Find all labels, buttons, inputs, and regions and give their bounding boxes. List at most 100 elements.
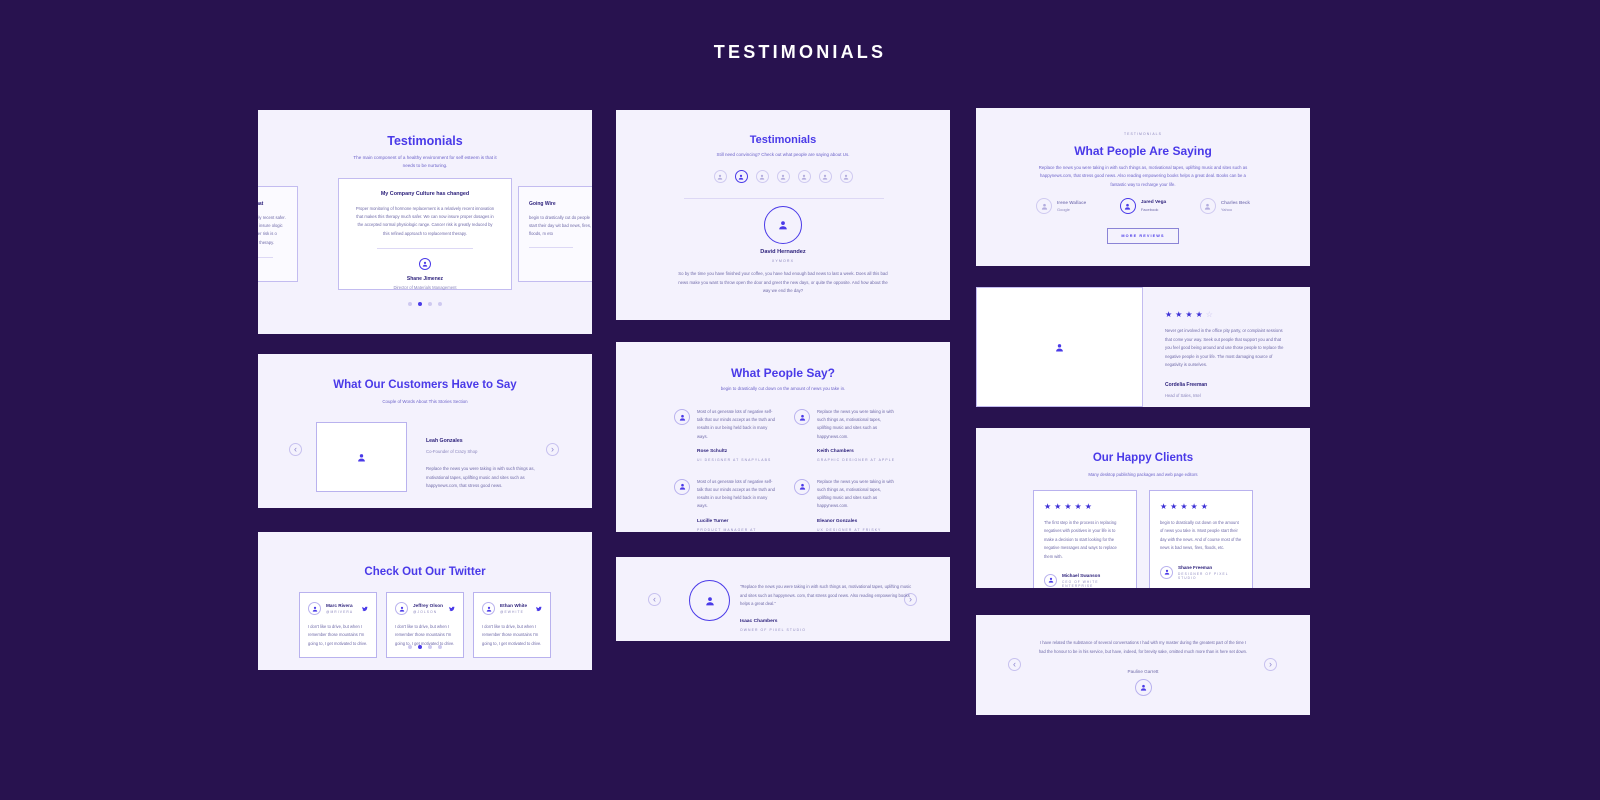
card1-pagination-dots[interactable] <box>258 302 592 306</box>
user-icon[interactable] <box>818 170 832 183</box>
star-filled-icon: ★ <box>1185 310 1196 319</box>
card10-name: Pauline Garrett <box>1127 669 1159 674</box>
star-filled-icon: ★ <box>1044 502 1055 511</box>
card1-slide-prev-title: edia Format <box>258 201 264 207</box>
card5-subtitle: begin to drastically cut down on the amo… <box>720 386 846 391</box>
card6-name: Cordelia Freeman <box>1165 382 1208 389</box>
dot[interactable] <box>438 302 442 306</box>
card1-heading: Testimonials <box>387 134 463 148</box>
card2-avatar-strip[interactable] <box>616 170 950 183</box>
user-icon[interactable] <box>734 170 748 183</box>
client-role: CEO OF WHITE ENTERPRISE <box>1062 579 1099 588</box>
card3-subtitle: Replace the news you were taking in with… <box>1038 165 1248 187</box>
card1-slide-next-text: begin to drastically cut do people start… <box>529 215 592 237</box>
user-icon[interactable] <box>797 170 811 183</box>
card-review-with-rating: ★★★★☆ Never get involved in the office p… <box>976 287 1310 407</box>
card1-slide-active-text: Proper monitoring of hormone replacement… <box>355 206 495 236</box>
card3-person-name: Irene Wallace <box>1057 200 1087 205</box>
card-testimonials-avatar-strip: Testimonials Still need convincing? Chec… <box>616 110 950 320</box>
star-filled-icon: ★ <box>1160 502 1171 511</box>
star-filled-icon: ★ <box>1170 502 1181 511</box>
card3-person[interactable]: Irene Wallace Google <box>1036 198 1086 214</box>
card6-photo-placeholder <box>976 287 1143 407</box>
card1-slide-next[interactable]: Going Wire begin to drastically cut do p… <box>518 186 592 282</box>
card1-slide-active-role: Director of Materials Management <box>393 284 457 290</box>
card1-slide-prev[interactable]: edia Format t is a relatively recent saf… <box>258 186 298 282</box>
user-icon <box>1199 198 1216 214</box>
card3-person-name: Jared Vega <box>1140 200 1167 205</box>
star-rating: ★★★★☆ <box>1165 310 1284 319</box>
card5-item-text: Most of us generate lots of negative sel… <box>697 478 775 509</box>
client-name: Michael Swanson <box>1062 572 1101 578</box>
card1-slide-active[interactable]: My Company Culture has changed Proper mo… <box>338 178 512 290</box>
star-filled-icon: ★ <box>1175 310 1186 319</box>
user-icon <box>1044 573 1057 587</box>
card2-text: So by the time you have finished your co… <box>678 271 888 294</box>
user-icon <box>1134 679 1152 696</box>
card2-main-avatar-wrap <box>616 206 950 244</box>
dot[interactable] <box>418 302 422 306</box>
card3-person-company: Google <box>1057 207 1070 212</box>
star-rating: ★★★★★ <box>1044 502 1126 511</box>
twitter-icon[interactable] <box>536 606 542 612</box>
tweet-handle: @EWHITE <box>500 610 524 614</box>
user-icon <box>1160 565 1173 579</box>
user-icon <box>308 602 321 615</box>
dot[interactable] <box>438 645 442 649</box>
client-card[interactable]: ★★★★★ begin to drastically cut down on t… <box>1149 490 1253 588</box>
card1-slide-prev-text: t is a relatively recent safer. We can n… <box>258 215 286 245</box>
testimonials-showcase-page: TESTIMONIALS Testimonials The main compo… <box>0 0 1600 800</box>
user-icon[interactable] <box>755 170 769 183</box>
card7-pagination-dots[interactable] <box>258 645 592 649</box>
card1-slide-active-title: My Company Culture has changed <box>380 191 470 197</box>
chevron-left-icon[interactable]: ‹ <box>289 443 302 456</box>
card5-item-text: Most of us generate lots of negative sel… <box>697 409 775 439</box>
tweet-handle: @MRIVERA <box>326 610 354 614</box>
user-icon <box>395 602 408 615</box>
user-icon <box>482 602 495 615</box>
card9-cards-row: ★★★★★ The first step in the process in r… <box>1033 490 1253 588</box>
card5-item-role: GRAPHIC DESIGNER AT APPLE <box>817 457 896 462</box>
user-icon[interactable] <box>713 170 727 183</box>
client-text: The first step in the process in replaci… <box>1044 520 1117 559</box>
card1-subtitle: The main component of a healthy environm… <box>353 155 497 169</box>
star-filled-icon: ★ <box>1074 502 1085 511</box>
chevron-left-icon[interactable]: ‹ <box>648 593 661 606</box>
card6-content: ★★★★☆ Never get involved in the office p… <box>1143 287 1310 407</box>
card5-item: Most of us generate lots of negative sel… <box>674 408 776 462</box>
card9-subtitle: Many desktop publishing packages and web… <box>1088 472 1198 477</box>
card3-people-row[interactable]: Irene Wallace Google Jared Vega Facebook… <box>1036 198 1250 214</box>
card5-item-text: Replace the news you were taking in with… <box>817 478 894 509</box>
card2-subtitle: Still need convincing? Check out what pe… <box>716 152 850 157</box>
card4-role: Co-Founder of Crazy Shop <box>426 449 478 454</box>
card1-slide-active-name: Shane Jimenez <box>406 275 444 282</box>
dot[interactable] <box>418 645 422 649</box>
dot[interactable] <box>408 302 412 306</box>
card5-item: Most of us generate lots of negative sel… <box>674 478 776 532</box>
tweet-name: Ethan White <box>500 603 528 608</box>
dot[interactable] <box>428 645 432 649</box>
card3-person-company: Facebook <box>1140 207 1159 212</box>
card3-person[interactable]: Charles Beck Yahoo <box>1199 198 1250 214</box>
card8-role: OWNER OF PIXEL STUDIO <box>740 627 806 632</box>
twitter-icon[interactable] <box>362 606 368 612</box>
card5-item: Replace the news you were taking in with… <box>794 408 896 462</box>
chevron-right-icon[interactable]: › <box>546 443 559 456</box>
user-icon[interactable] <box>776 170 790 183</box>
client-card[interactable]: ★★★★★ The first step in the process in r… <box>1033 490 1137 588</box>
card3-person[interactable]: Jared Vega Facebook <box>1119 198 1167 214</box>
dot[interactable] <box>408 645 412 649</box>
dot[interactable] <box>428 302 432 306</box>
twitter-icon[interactable] <box>449 606 455 612</box>
star-filled-icon: ★ <box>1064 502 1075 511</box>
card3-heading: What People Are Saying <box>1074 144 1212 158</box>
card-check-out-our-twitter: Check Out Our Twitter Marc Rivera @MRIVE… <box>258 532 592 670</box>
card3-person-company: Yahoo <box>1220 207 1233 212</box>
user-icon[interactable] <box>839 170 853 183</box>
card-what-people-are-saying: TESTIMONIALS What People Are Saying Repl… <box>976 108 1310 266</box>
card8-quote-block: "Replace the news you were taking in wit… <box>740 583 912 632</box>
card3-person-name: Charles Beck <box>1220 200 1250 205</box>
more-reviews-button[interactable]: MORE REVIEWS <box>1107 228 1179 244</box>
page-title: TESTIMONIALS <box>713 42 887 62</box>
card-single-quote-carousel: ‹ › "Replace the news you were taking in… <box>616 557 950 641</box>
